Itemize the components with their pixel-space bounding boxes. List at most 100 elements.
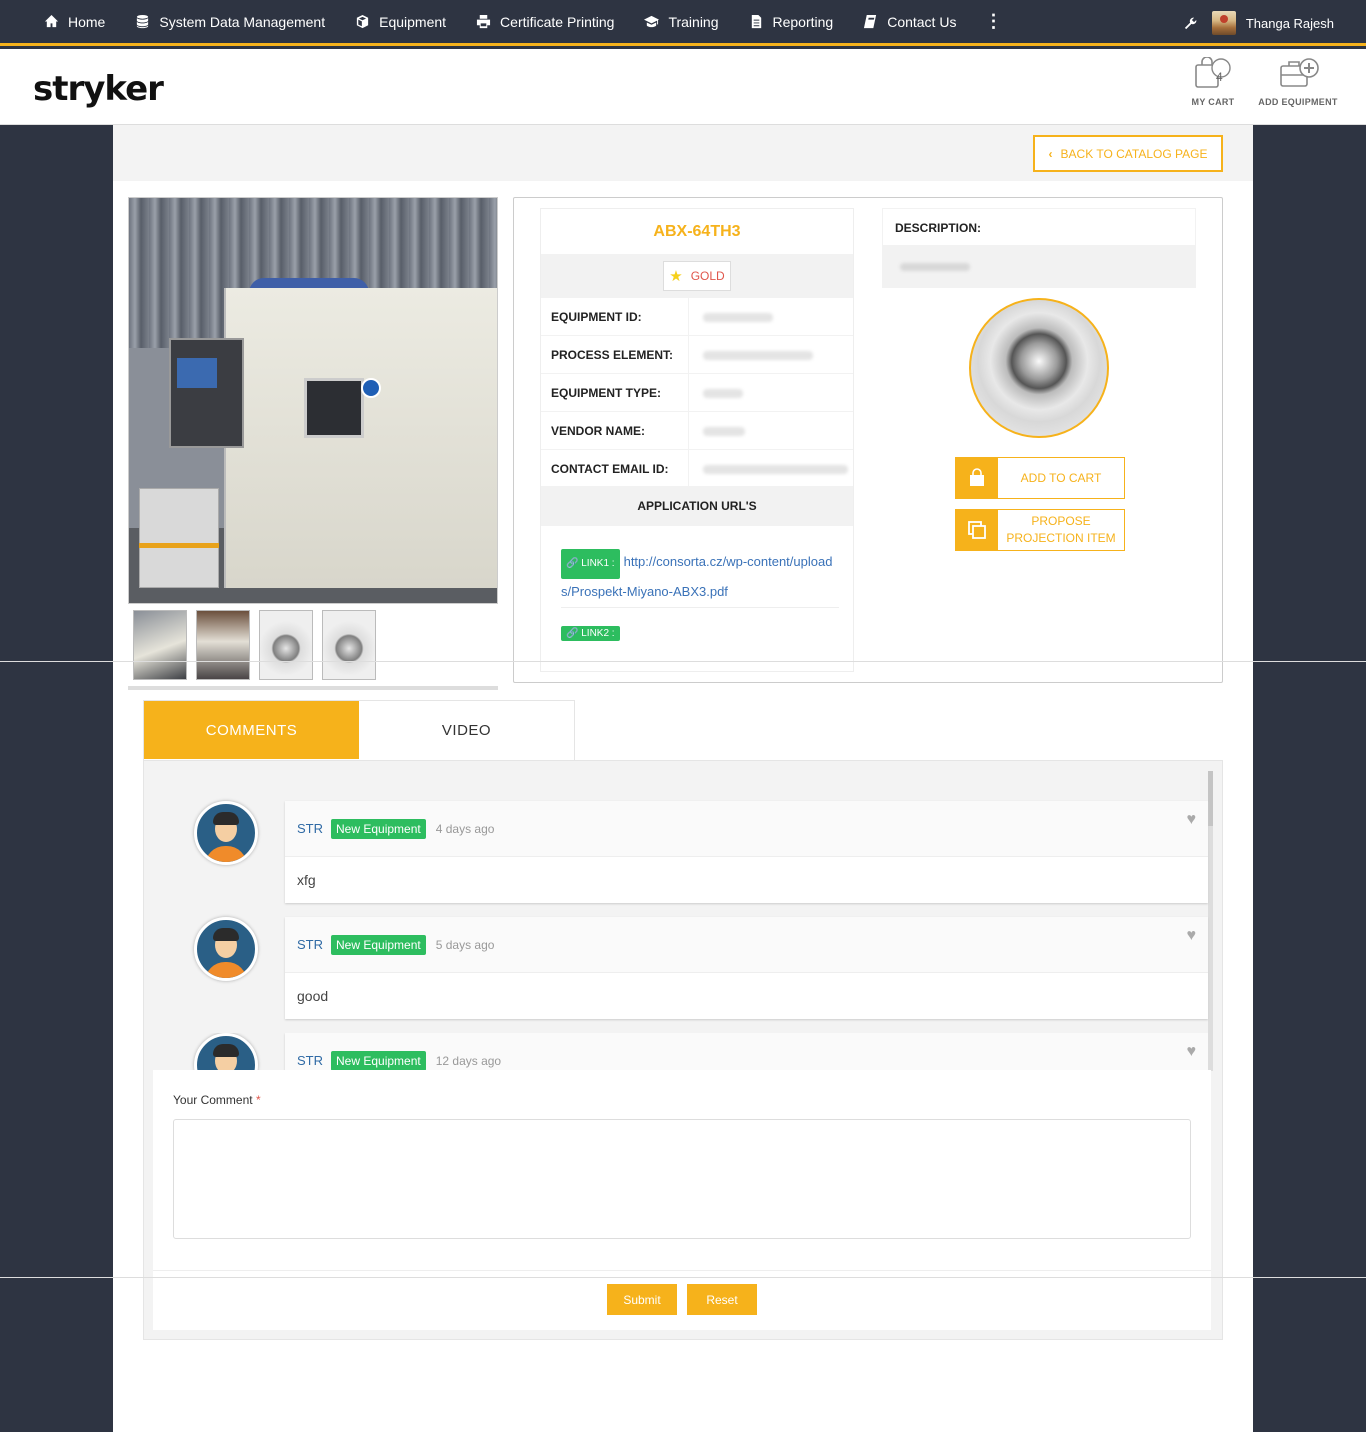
top-nav: Home System Data Management Equipment Ce… <box>0 0 1366 46</box>
comment-user[interactable]: STR <box>297 821 323 836</box>
database-icon <box>137 14 149 29</box>
spec-equipment-id: EQUIPMENT ID: <box>541 298 853 336</box>
heart-icon[interactable]: ♥ <box>1187 927 1197 945</box>
my-cart-button[interactable]: 4 MY CART <box>1188 57 1238 107</box>
spec-equipment-type: EQUIPMENT TYPE: <box>541 374 853 412</box>
my-cart-label: MY CART <box>1191 97 1235 107</box>
link1-row: 🔗 LINK1 : http://consorta.cz/wp-content/u… <box>561 549 839 605</box>
cart-count: 4 <box>1216 70 1223 84</box>
comment-user[interactable]: STR <box>297 937 323 952</box>
comment-textarea[interactable] <box>173 1119 1191 1239</box>
user-avatar[interactable] <box>1211 11 1236 35</box>
equipment-part-image <box>969 298 1109 438</box>
link-icon: 🔗 <box>566 628 579 639</box>
add-equipment-icon <box>1280 58 1319 87</box>
spec-vendor-name: VENDOR NAME: <box>541 412 853 450</box>
add-to-cart-button[interactable]: ADD TO CART <box>955 457 1125 499</box>
propose-projection-button[interactable]: PROPOSE PROJECTION ITEM <box>955 509 1125 551</box>
required-mark: * <box>255 1093 261 1107</box>
heart-icon[interactable]: ♥ <box>1187 1043 1197 1061</box>
user-menu[interactable]: Thanga Rajesh <box>1184 0 1334 46</box>
back-to-catalog-button[interactable]: ‹ BACK TO CATALOG PAGE <box>1033 135 1223 172</box>
comments-scroll-thumb[interactable] <box>1208 771 1213 826</box>
link2-row: 🔗 LINK2 : <box>561 623 624 641</box>
add-equipment-button[interactable]: ADD EQUIPMENT <box>1252 57 1344 107</box>
comment-time: 4 days ago <box>435 821 495 836</box>
link2-tag[interactable]: 🔗 LINK2 : <box>561 626 620 641</box>
nav-home[interactable]: Home <box>44 0 105 45</box>
more-menu-icon[interactable]: ⋮ <box>984 11 1002 32</box>
page-toolbar: ‹ BACK TO CATALOG PAGE <box>113 125 1253 181</box>
comment-badge: New Equipment <box>331 818 426 839</box>
comment-user[interactable]: STR <box>297 1053 323 1068</box>
cube-icon <box>356 14 369 29</box>
link1-tag: 🔗 LINK1 : <box>561 549 620 579</box>
redacted-value <box>703 313 773 322</box>
main-content: ‹ BACK TO CATALOG PAGE ABX-64TH3 ★ GOLD <box>113 125 1253 1432</box>
graduation-cap-icon <box>644 15 660 28</box>
commenter-avatar <box>194 801 258 865</box>
home-icon <box>44 14 59 28</box>
description-section: DESCRIPTION: <box>882 208 1196 288</box>
spec-contact-email: CONTACT EMAIL ID: <box>541 450 853 488</box>
star-icon: ★ <box>669 268 683 285</box>
comment-card: STR New Equipment 12 days ago ♥ <box>285 1033 1208 1071</box>
tab-comments[interactable]: COMMENTS <box>144 701 359 759</box>
copy-icon <box>956 510 998 550</box>
comment-item: STR New Equipment 12 days ago ♥ <box>184 1033 1208 1071</box>
nav-equipment[interactable]: Equipment <box>355 0 446 45</box>
comment-text: xfg <box>297 872 316 888</box>
thumbnail-4[interactable] <box>322 610 376 680</box>
nav-certificate-printing[interactable]: Certificate Printing <box>476 0 614 45</box>
equipment-main-photo[interactable] <box>128 197 498 604</box>
thumbnail-2[interactable] <box>196 610 250 680</box>
redacted-value <box>703 351 813 360</box>
nav-training[interactable]: Training <box>644 0 719 45</box>
tier-badge: ★ GOLD <box>663 261 731 291</box>
divider-line <box>0 1277 1366 1278</box>
application-urls-heading: APPLICATION URL'S <box>541 486 853 526</box>
brand-header: stryker 4 MY CART ADD EQUIPMENT <box>0 49 1366 125</box>
reset-button[interactable]: Reset <box>687 1284 757 1315</box>
submit-button[interactable]: Submit <box>607 1284 677 1315</box>
redacted-value <box>703 427 745 436</box>
thumbnail-3[interactable] <box>259 610 313 680</box>
commenter-avatar <box>194 1033 258 1071</box>
photo-thumbnails <box>128 608 498 690</box>
comment-card: STR New Equipment 5 days ago ♥ good <box>285 917 1208 1019</box>
thumbnail-1[interactable] <box>133 610 187 680</box>
tab-video[interactable]: VIDEO <box>359 701 574 759</box>
shopping-bag-icon <box>956 458 998 498</box>
equipment-details: ABX-64TH3 ★ GOLD EQUIPMENT ID: PROCESS E… <box>540 208 854 672</box>
commenter-avatar <box>194 917 258 981</box>
comment-time: 5 days ago <box>435 937 495 952</box>
heart-icon[interactable]: ♥ <box>1187 811 1197 829</box>
add-equipment-label: ADD EQUIPMENT <box>1258 97 1338 107</box>
description-label: DESCRIPTION: <box>882 208 1196 246</box>
back-to-catalog-label: BACK TO CATALOG PAGE <box>1060 146 1208 161</box>
cart-bag-icon <box>1195 57 1231 88</box>
printer-icon <box>476 14 491 29</box>
book-icon <box>864 14 877 29</box>
nav-contact-us[interactable]: Contact Us <box>863 0 956 45</box>
comment-card: STR New Equipment 4 days ago ♥ xfg <box>285 801 1208 903</box>
nav-system-data-management[interactable]: System Data Management <box>135 0 325 45</box>
redacted-value <box>703 465 848 474</box>
user-name[interactable]: Thanga Rajesh <box>1246 16 1334 31</box>
equipment-code: ABX-64TH3 <box>653 223 741 240</box>
redacted-value <box>703 389 743 398</box>
document-icon <box>751 14 761 29</box>
comment-form: Your Comment * Submit Reset <box>153 1070 1211 1330</box>
your-comment-label: Your Comment * <box>173 1093 261 1107</box>
stryker-logo[interactable]: stryker <box>33 69 164 109</box>
wrench-icon[interactable] <box>1184 16 1198 30</box>
comment-text: good <box>297 988 329 1004</box>
description-value <box>882 246 1196 288</box>
nav-reporting[interactable]: Reporting <box>749 0 833 45</box>
comment-badge: New Equipment <box>331 1050 426 1071</box>
divider-line <box>0 661 1366 662</box>
equipment-info-panel: ABX-64TH3 ★ GOLD EQUIPMENT ID: PROCESS E… <box>513 197 1223 683</box>
comment-time: 12 days ago <box>435 1053 502 1068</box>
chevron-left-icon: ‹ <box>1048 146 1053 161</box>
comment-badge: New Equipment <box>331 934 426 955</box>
